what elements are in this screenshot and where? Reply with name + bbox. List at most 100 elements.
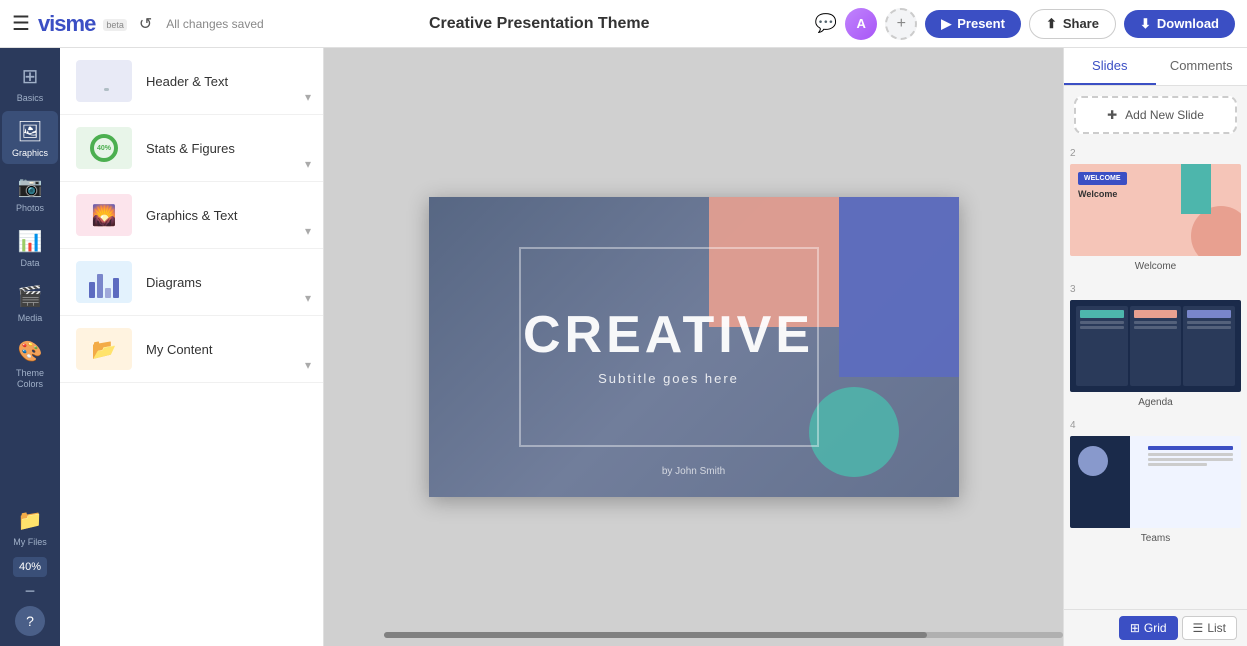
grid-icon: ⊞	[1130, 621, 1140, 635]
slide-author: by John Smith	[662, 466, 725, 477]
my-content-label: My Content	[146, 342, 307, 357]
welcome-text: Welcome	[1078, 189, 1117, 199]
panel-item-my-content[interactable]: 📂 My Content ▾	[60, 316, 323, 383]
slides-panel: Slides Comments ✚ Add New Slide 2 WELCOM…	[1063, 48, 1247, 646]
avatar: A	[845, 8, 877, 40]
tab-comments[interactable]: Comments	[1156, 48, 1247, 85]
folder-icon: 📂	[92, 337, 117, 362]
slide-item-teams[interactable]: 4 Teams	[1068, 420, 1243, 544]
basics-icon: ⊞	[22, 64, 39, 89]
zoom-level[interactable]: 40%	[13, 557, 47, 577]
teams-avatar	[1078, 446, 1108, 476]
grid-label: Grid	[1144, 621, 1167, 635]
slide-item-welcome[interactable]: 2 WELCOME Welcome Welcome	[1068, 148, 1243, 272]
sidebar-item-data[interactable]: 📊 Data	[2, 221, 58, 274]
sidebar-item-media-label: Media	[18, 313, 43, 323]
horizontal-scrollbar[interactable]	[384, 632, 1063, 638]
graphics-icon: 🖼	[17, 119, 42, 144]
slide-thumb-teams	[1068, 434, 1243, 530]
welcome-rect	[1181, 164, 1211, 214]
slide-content-box: CREATIVE Subtitle goes here	[519, 247, 819, 447]
agenda-col-1	[1076, 306, 1128, 386]
topbar-left: ☰ visme beta ↺ All changes saved	[12, 11, 264, 37]
graphics-text-thumb: 🌄	[76, 194, 132, 236]
sidebar-item-my-files-label: My Files	[13, 537, 47, 547]
bottom-controls: ⊞ Grid ☰ List	[1064, 609, 1247, 646]
diagrams-thumb	[76, 261, 132, 303]
slides-panel-tabs: Slides Comments	[1064, 48, 1247, 86]
logo-text: visme	[38, 11, 95, 37]
diagrams-label: Diagrams	[146, 275, 307, 290]
sidebar-item-media[interactable]: 🎬 Media	[2, 276, 58, 329]
elements-panel: Header & Text ▾ 40% Stats & Figures ▾ 🌄 …	[60, 48, 324, 646]
theme-colors-icon: 🎨	[18, 339, 43, 364]
teams-bg	[1070, 436, 1241, 528]
stats-label: Stats & Figures	[146, 141, 307, 156]
header-text-label: Header & Text	[146, 74, 307, 89]
shape-teal	[809, 387, 899, 477]
list-view-button[interactable]: ☰ List	[1182, 616, 1237, 640]
slide-thumb-agenda	[1068, 298, 1243, 394]
sidebar-item-basics[interactable]: ⊞ Basics	[2, 56, 58, 109]
photos-icon: 📷	[18, 174, 43, 199]
sidebar-item-my-files[interactable]: 📁 My Files	[2, 500, 58, 553]
slide-label-teams: Teams	[1068, 533, 1243, 544]
topbar: ☰ visme beta ↺ All changes saved Creativ…	[0, 0, 1247, 48]
menu-icon[interactable]: ☰	[12, 11, 30, 36]
slide-number-2: 2	[1068, 148, 1243, 159]
chevron-down-icon: ▾	[305, 358, 311, 372]
canvas-area: CREATIVE Subtitle goes here by John Smit…	[324, 48, 1063, 646]
panel-item-graphics-text[interactable]: 🌄 Graphics & Text ▾	[60, 182, 323, 249]
add-new-slide-button[interactable]: ✚ Add New Slide	[1074, 96, 1237, 134]
panel-item-stats[interactable]: 40% Stats & Figures ▾	[60, 115, 323, 182]
panel-item-diagrams[interactable]: Diagrams ▾	[60, 249, 323, 316]
present-button[interactable]: ▶ Present	[925, 10, 1021, 38]
undo-icon[interactable]: ↺	[139, 14, 152, 34]
chevron-down-icon: ▾	[305, 224, 311, 238]
grid-view-button[interactable]: ⊞ Grid	[1119, 616, 1178, 640]
add-collaborator-button[interactable]: +	[885, 8, 917, 40]
sidebar-item-graphics-label: Graphics	[12, 148, 48, 158]
slide-canvas: CREATIVE Subtitle goes here by John Smit…	[429, 197, 959, 497]
scrollbar-thumb	[384, 632, 927, 638]
logo: visme	[38, 11, 95, 37]
agenda-bg	[1070, 300, 1241, 392]
welcome-badge: WELCOME	[1078, 172, 1127, 185]
data-icon: 📊	[18, 229, 43, 254]
welcome-bg: WELCOME Welcome	[1070, 164, 1241, 256]
presentation-title: Creative Presentation Theme	[274, 15, 805, 33]
beta-label: beta	[103, 19, 127, 31]
zoom-minus-icon[interactable]: −	[25, 581, 36, 602]
slide-label-agenda: Agenda	[1068, 397, 1243, 408]
download-button[interactable]: ⬇ Download	[1124, 10, 1235, 38]
sidebar-item-graphics[interactable]: 🖼 Graphics	[2, 111, 58, 164]
sidebar-item-data-label: Data	[20, 258, 39, 268]
sidebar-item-theme-colors[interactable]: 🎨 Theme Colors	[2, 331, 58, 396]
sidebar-item-basics-label: Basics	[17, 93, 44, 103]
sidebar-icons: ⊞ Basics 🖼 Graphics 📷 Photos 📊 Data 🎬 Me…	[0, 48, 60, 646]
image-icon: 🌄	[92, 203, 117, 228]
chevron-down-icon: ▾	[305, 157, 311, 171]
list-icon: ☰	[1193, 621, 1204, 635]
panel-item-header-text[interactable]: Header & Text ▾	[60, 48, 323, 115]
sidebar-item-photos-label: Photos	[16, 203, 44, 213]
help-button[interactable]: ?	[15, 606, 45, 636]
comment-icon[interactable]: 💬	[815, 13, 837, 34]
saved-text: All changes saved	[166, 17, 263, 31]
slide-item-agenda[interactable]: 3	[1068, 284, 1243, 408]
my-content-thumb: 📂	[76, 328, 132, 370]
sidebar-item-photos[interactable]: 📷 Photos	[2, 166, 58, 219]
slide-subtitle: Subtitle goes here	[598, 371, 739, 386]
stats-thumb: 40%	[76, 127, 132, 169]
agenda-col-3	[1183, 306, 1235, 386]
teams-lines	[1148, 446, 1234, 468]
tab-slides[interactable]: Slides	[1064, 48, 1156, 85]
list-label: List	[1207, 621, 1226, 635]
slide-creative-text: CREATIVE	[523, 309, 814, 361]
topbar-right: 💬 A + ▶ Present ⬆ Share ⬇ Download	[815, 8, 1235, 40]
slide-thumb-welcome: WELCOME Welcome	[1068, 162, 1243, 258]
slide-number-4: 4	[1068, 420, 1243, 431]
agenda-col-2	[1130, 306, 1182, 386]
main-area: ⊞ Basics 🖼 Graphics 📷 Photos 📊 Data 🎬 Me…	[0, 48, 1247, 646]
share-button[interactable]: ⬆ Share	[1029, 9, 1116, 39]
